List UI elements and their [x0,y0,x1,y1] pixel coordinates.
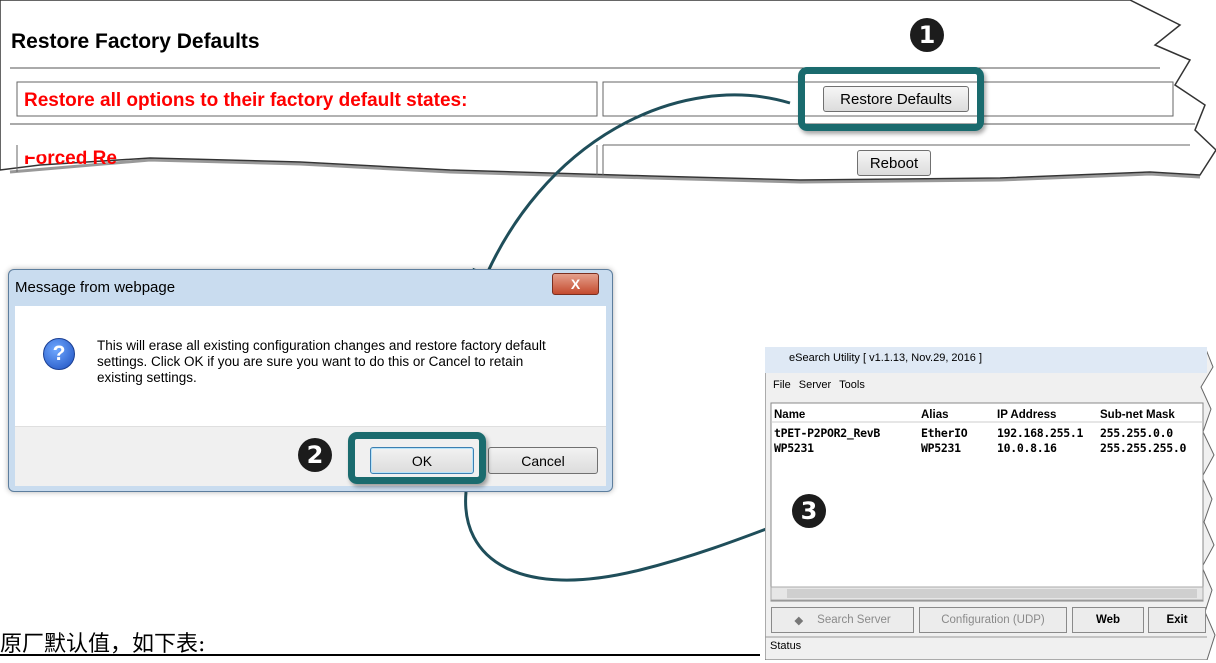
bottom-rule [0,654,760,656]
menu-tools[interactable]: Tools [839,379,865,391]
row1-ip[interactable]: 192.168.255.1 [997,426,1083,440]
esearch-window: eSearch Utility [ v1.1.13, Nov.29, 2016 … [765,347,1216,660]
row1-mask[interactable]: 255.255.0.0 [1100,426,1173,440]
esearch-menubar: File Server Tools [773,379,865,391]
row1-alias[interactable]: EtherIO [921,426,968,440]
column-ip-address[interactable]: IP Address [997,409,1056,421]
column-name[interactable]: Name [774,409,805,421]
row2-alias[interactable]: WP5231 [921,441,961,455]
reboot-button[interactable]: Reboot [857,150,931,176]
restore-highlight-box [798,67,984,131]
web-button[interactable]: Web [1072,607,1144,633]
configuration-udp-button[interactable]: Configuration (UDP) [919,607,1067,633]
web-page-fragment: Restore Factory Defaults Restore all opt… [0,0,1216,200]
column-subnet-mask[interactable]: Sub-net Mask [1100,409,1175,421]
ok-highlight-box [348,432,486,484]
binoculars-icon: ◆ [794,615,804,627]
cancel-button[interactable]: Cancel [488,447,598,474]
section-title: Restore Factory Defaults [11,30,260,53]
row1-name[interactable]: tPET-P2POR2_RevB [774,426,880,440]
dialog-message: This will erase all existing configurati… [97,338,546,385]
restore-options-label: Restore all options to their factory def… [24,90,468,111]
menu-server[interactable]: Server [799,379,831,391]
esearch-title: eSearch Utility [ v1.1.13, Nov.29, 2016 … [789,352,983,364]
menu-file[interactable]: File [773,379,791,391]
question-icon: ? [43,338,75,370]
exit-button[interactable]: Exit [1148,607,1206,633]
close-icon[interactable]: X [552,273,599,295]
row2-mask[interactable]: 255.255.255.0 [1100,441,1186,455]
row2-name[interactable]: WP5231 [774,441,814,455]
search-server-button[interactable]: ◆ Search Server [771,607,914,633]
row2-ip[interactable]: 10.0.8.16 [997,441,1057,455]
arrow-dialog-to-esearch [464,491,802,582]
step-3-badge: 3 [792,494,826,528]
step-2-badge: 2 [298,438,332,472]
dialog-title: Message from webpage [15,279,176,296]
step-1-badge: 1 [910,18,944,52]
column-alias[interactable]: Alias [921,409,949,421]
status-bar: Status [770,640,802,652]
